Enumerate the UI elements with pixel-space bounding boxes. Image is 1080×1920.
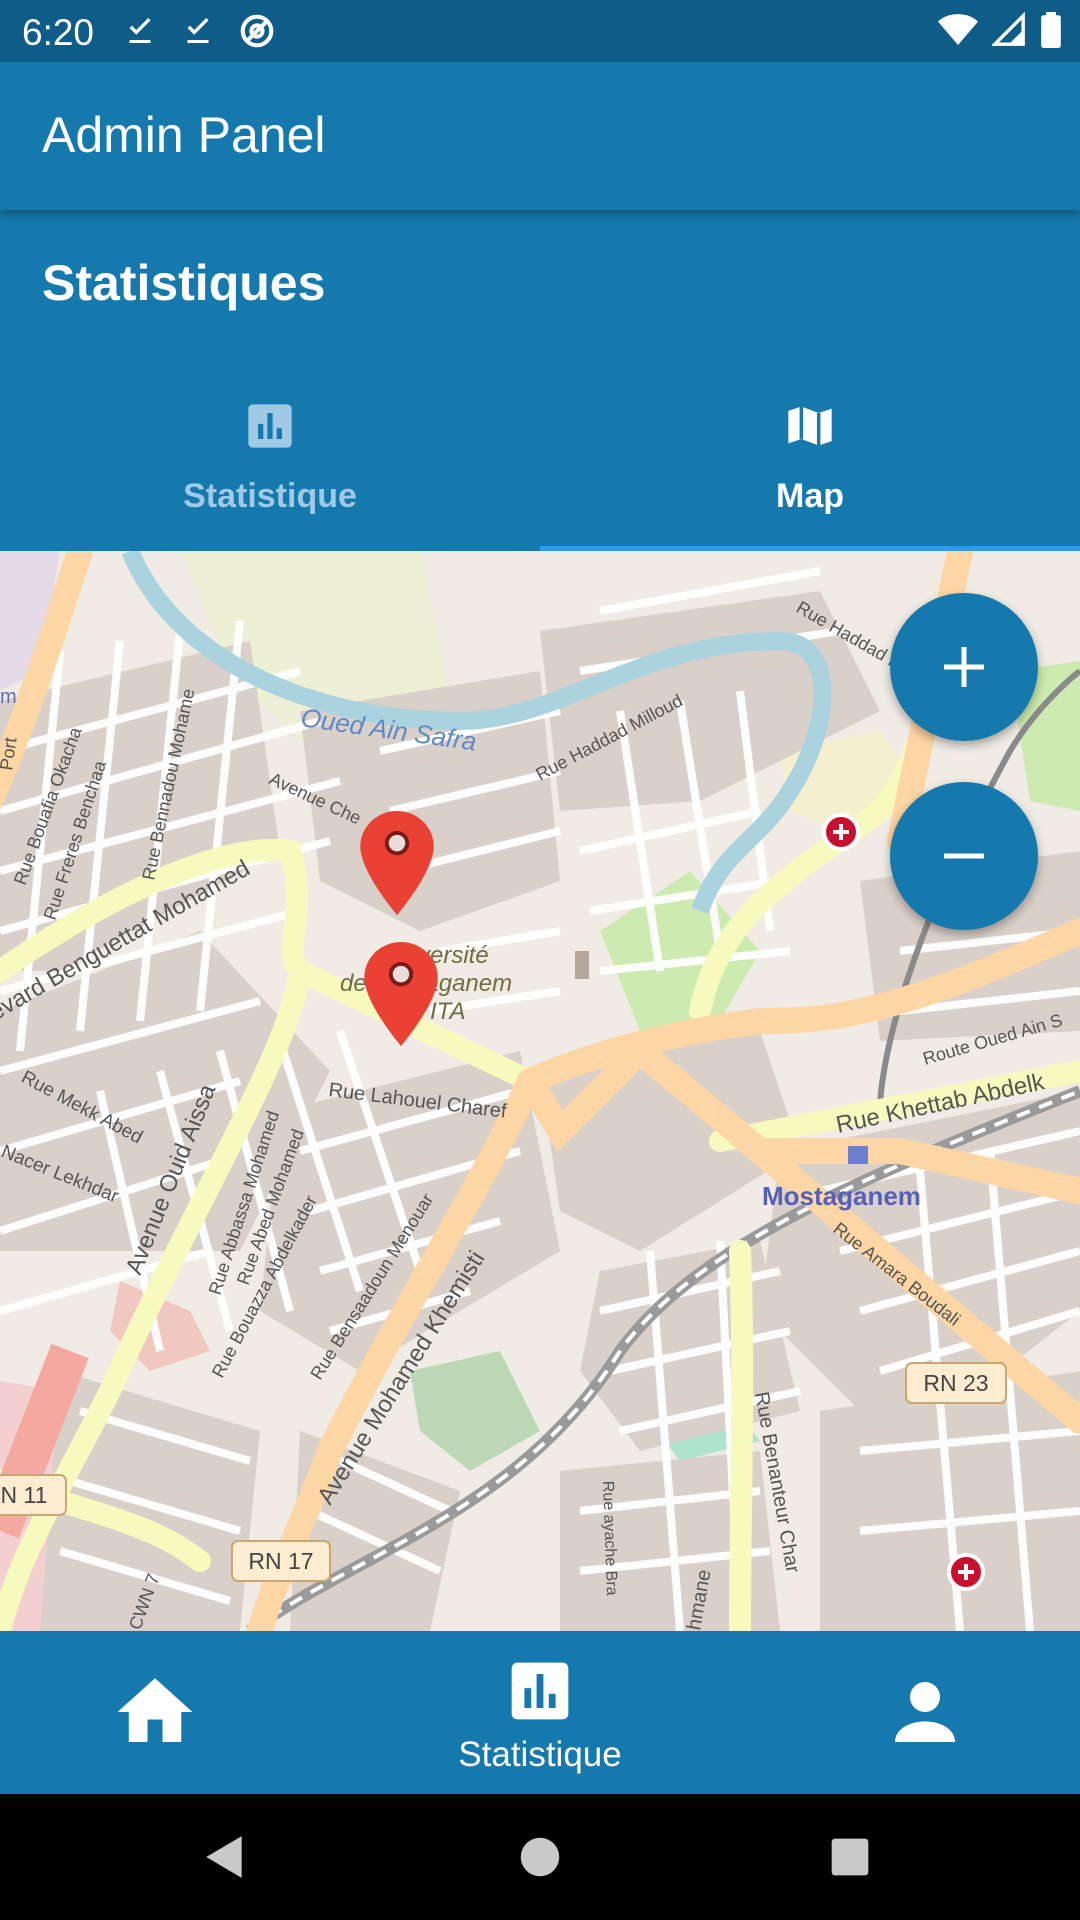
road-shield: N 11 bbox=[0, 1474, 67, 1516]
road-shield: RN 23 bbox=[905, 1362, 1007, 1404]
header-area: Statistiques Statistique Map bbox=[0, 210, 1080, 551]
zoom-in-button[interactable] bbox=[890, 593, 1038, 741]
status-bar: 6:20 bbox=[0, 0, 1080, 62]
nav-label: Statistique bbox=[458, 1735, 622, 1774]
app-bar: Admin Panel bbox=[0, 62, 1080, 210]
bottom-navigation: Statistique bbox=[0, 1631, 1080, 1794]
back-icon[interactable] bbox=[200, 1832, 250, 1882]
road-shield-label: N 11 bbox=[1, 1482, 48, 1508]
road-shield-label: RN 23 bbox=[923, 1370, 988, 1396]
tab-label: Statistique bbox=[183, 477, 357, 515]
zoom-out-button[interactable] bbox=[890, 782, 1038, 930]
plus-icon bbox=[944, 647, 984, 687]
home-circle-icon[interactable] bbox=[519, 1836, 561, 1878]
cell-signal-icon bbox=[992, 12, 1025, 46]
bar-chart-icon bbox=[511, 1662, 569, 1720]
status-time: 6:20 bbox=[22, 12, 95, 53]
tab-map[interactable]: Map bbox=[540, 385, 1080, 551]
person-icon bbox=[895, 1682, 955, 1742]
hospital-icon bbox=[947, 1553, 985, 1591]
road-shield-label: RN 17 bbox=[248, 1548, 313, 1574]
nav-statistique[interactable]: Statistique bbox=[420, 1631, 660, 1794]
tab-statistique[interactable]: Statistique bbox=[0, 385, 540, 551]
hospital-icon bbox=[822, 813, 860, 851]
nav-profile[interactable] bbox=[880, 1631, 970, 1794]
system-navigation-bar bbox=[0, 1794, 1080, 1920]
download-done-icon bbox=[187, 17, 209, 43]
road-shield: RN 17 bbox=[231, 1540, 331, 1582]
map-icon bbox=[788, 406, 832, 446]
page-title: Statistiques bbox=[42, 255, 326, 311]
home-icon bbox=[117, 1678, 193, 1742]
minus-icon bbox=[944, 853, 984, 859]
station-icon bbox=[848, 1146, 868, 1164]
battery-icon bbox=[1041, 12, 1061, 48]
at-sign-icon bbox=[240, 14, 274, 48]
wifi-icon bbox=[938, 14, 978, 45]
location-marker[interactable] bbox=[364, 942, 438, 1046]
bar-chart-icon bbox=[248, 404, 292, 448]
nav-home[interactable] bbox=[110, 1631, 200, 1794]
recents-icon[interactable] bbox=[830, 1837, 870, 1877]
map-view[interactable]: Oued Ain Safra Mostaganem versité de Mos… bbox=[0, 551, 1080, 1631]
location-marker[interactable] bbox=[360, 811, 434, 915]
map-label: Mostaganem bbox=[762, 1181, 921, 1211]
tab-label: Map bbox=[776, 477, 844, 515]
map-label: m bbox=[0, 686, 17, 708]
app-title: Admin Panel bbox=[42, 107, 326, 163]
download-done-icon bbox=[129, 17, 151, 43]
